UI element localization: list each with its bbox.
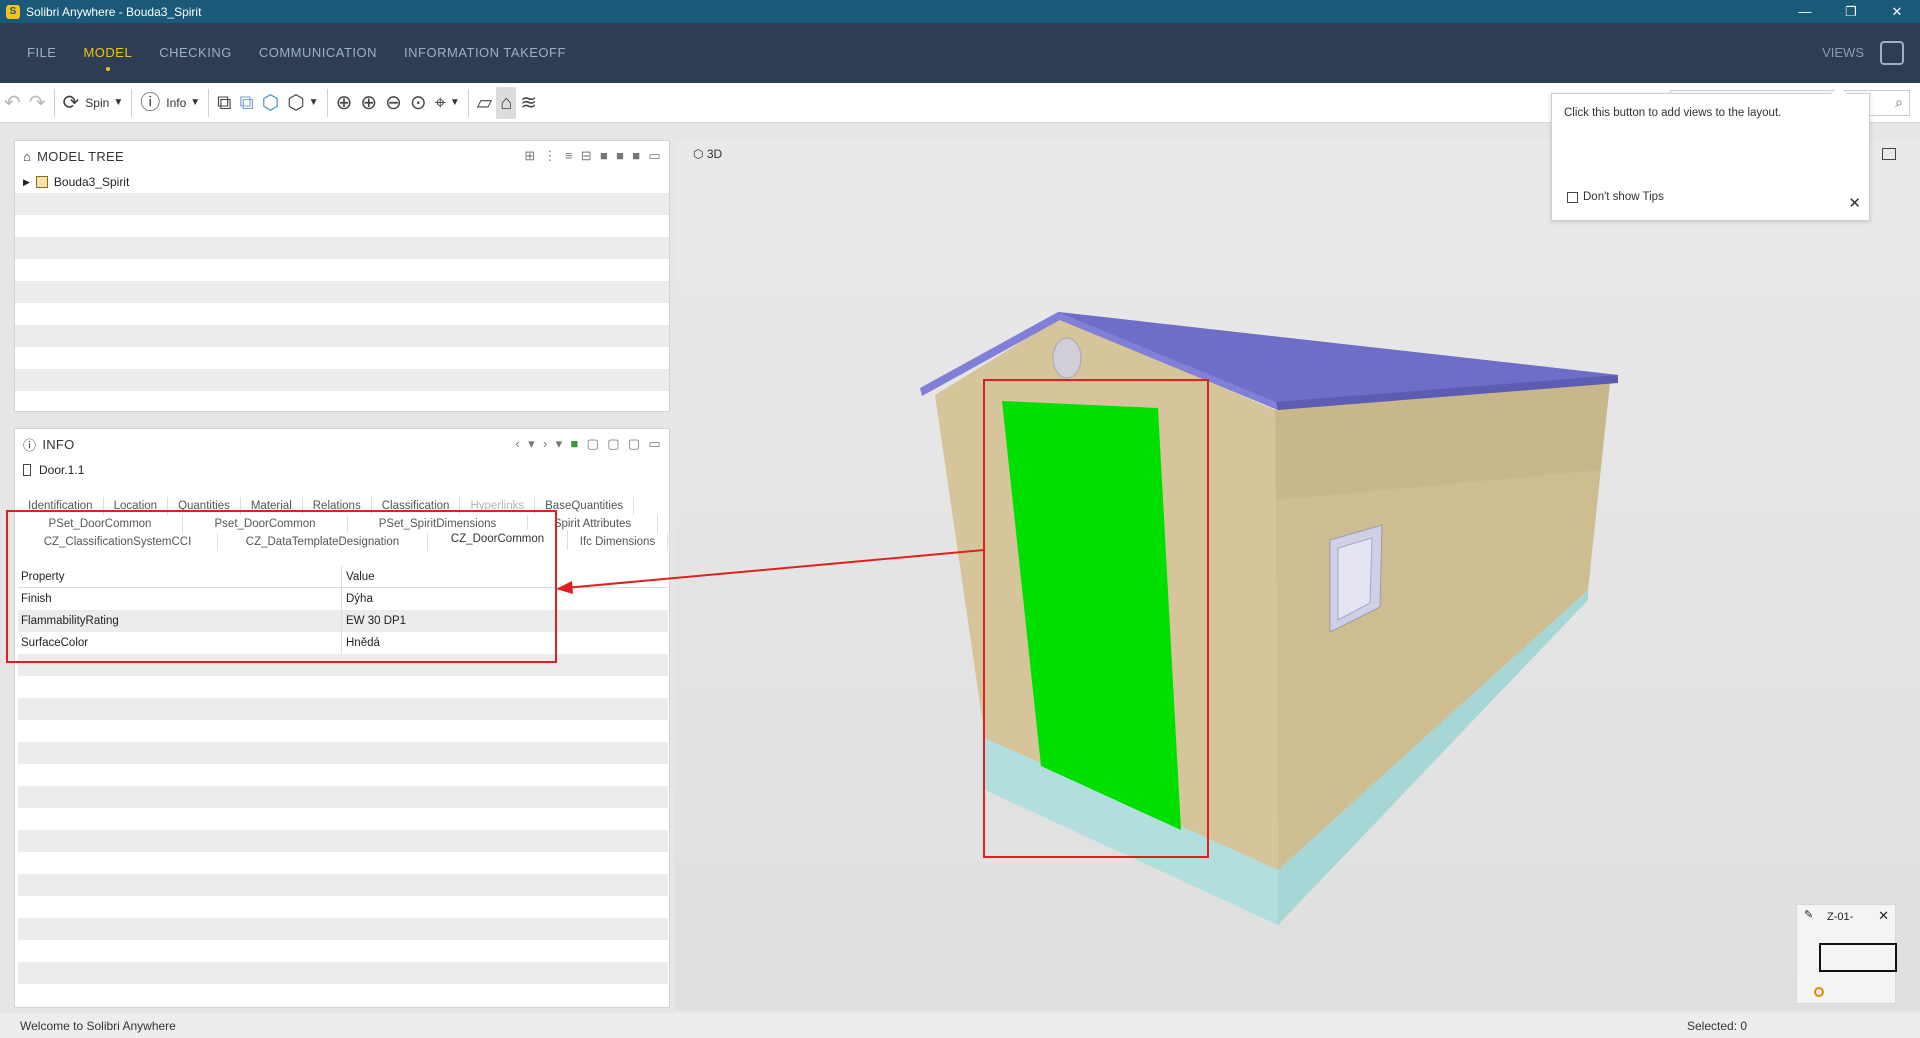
close-minimap-icon[interactable]: ✕ — [1878, 908, 1889, 924]
tooltip-message: Click this button to add views to the la… — [1564, 107, 1782, 119]
close-tooltip-icon[interactable]: ✕ — [1848, 194, 1861, 212]
round-vent — [1052, 337, 1082, 379]
arrow-head — [556, 581, 573, 594]
checkbox-icon[interactable] — [1567, 191, 1578, 203]
selection-count: Selected: 0 — [1687, 1019, 1748, 1033]
status-message: Welcome to Solibri Anywhere — [20, 1019, 176, 1033]
properties-highlight-box — [6, 510, 557, 663]
annotation-arrow — [564, 549, 985, 589]
dont-show-tips-checkbox[interactable]: Don't show Tips — [1567, 191, 1664, 203]
tips-tooltip: Click this button to add views to the la… — [1551, 86, 1870, 221]
edit-icon[interactable]: ✎ — [1804, 908, 1813, 921]
floor-plan-outline — [1819, 943, 1897, 972]
camera-marker-icon[interactable] — [1814, 987, 1824, 997]
floor-minimap[interactable]: ✎ Z-01- ✕ — [1796, 904, 1897, 1004]
floor-label: Z-01- — [1827, 911, 1854, 923]
checkbox-label: Don't show Tips — [1583, 191, 1664, 203]
status-bar: Welcome to Solibri Anywhere Selected: 0 — [0, 1013, 1920, 1038]
